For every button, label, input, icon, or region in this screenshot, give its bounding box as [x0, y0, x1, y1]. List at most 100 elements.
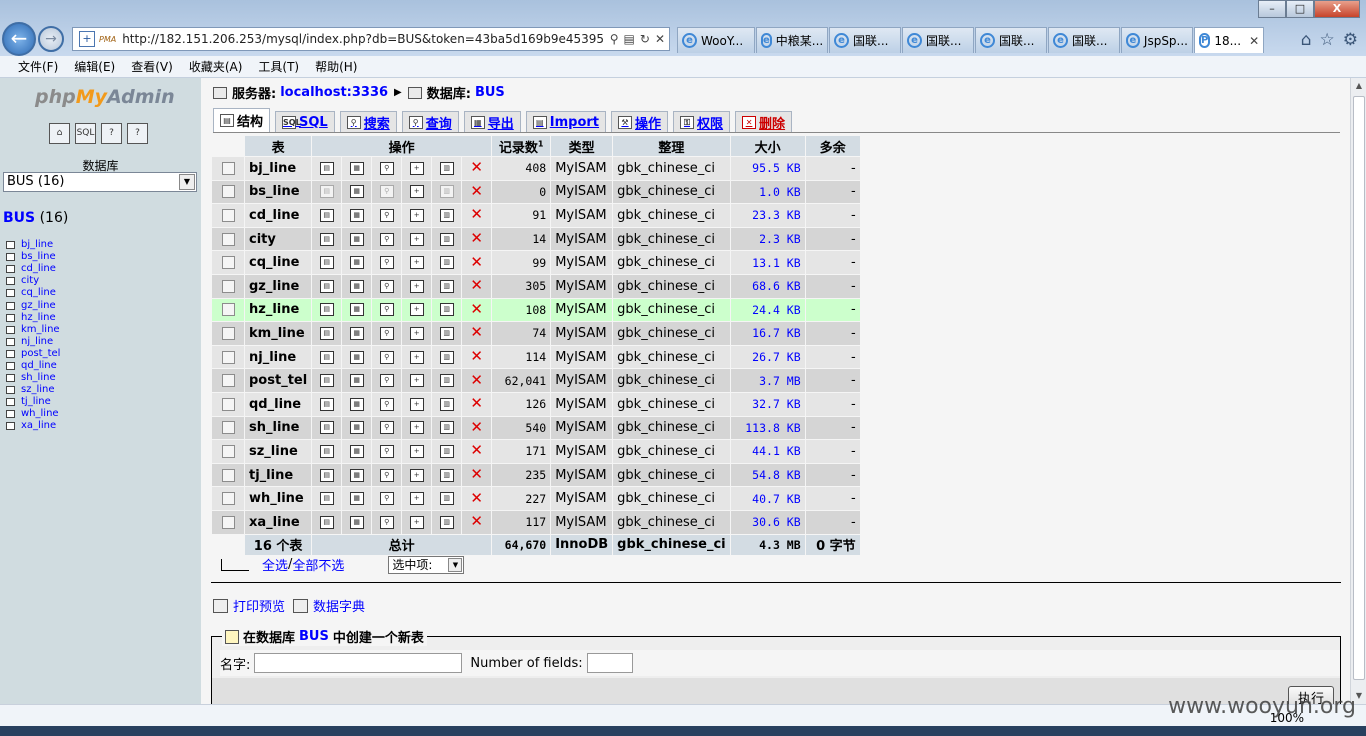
row-checkbox[interactable] — [221, 350, 235, 364]
row-checkbox[interactable] — [221, 421, 235, 435]
search-icon[interactable]: ⚲ — [379, 232, 394, 246]
search-icon[interactable]: ⚲ — [379, 374, 394, 388]
query-window-icon[interactable]: ? — [101, 123, 122, 144]
cell-size[interactable]: 3.7 MB — [730, 369, 805, 392]
empty-icon[interactable]: ▥ — [439, 161, 454, 175]
search-icon[interactable]: ⚲ — [379, 492, 394, 506]
insert-icon[interactable]: + — [409, 492, 424, 506]
row-checkbox[interactable] — [221, 397, 235, 411]
browser-tab[interactable]: e 中粮某... — [756, 27, 828, 53]
row-checkbox[interactable] — [221, 326, 235, 340]
structure-icon[interactable]: ▦ — [349, 350, 364, 364]
tab-operations[interactable]: ⚒ 操作 — [611, 111, 669, 132]
empty-icon[interactable]: ▥ — [439, 350, 454, 364]
search-icon[interactable]: ⚲ — [610, 32, 619, 46]
drop-icon[interactable]: ✕ — [470, 229, 483, 247]
menu-item[interactable]: 帮助(H) — [315, 58, 357, 75]
row-checkbox[interactable] — [221, 279, 235, 293]
menu-item[interactable]: 工具(T) — [258, 58, 299, 75]
drop-icon[interactable]: ✕ — [470, 418, 483, 436]
home-icon[interactable]: ⌂ — [49, 123, 70, 144]
drop-icon[interactable]: ✕ — [470, 253, 483, 271]
search-icon[interactable]: ⚲ — [379, 161, 394, 175]
table-icon[interactable] — [6, 289, 15, 298]
table-icon[interactable] — [6, 325, 15, 334]
drop-icon[interactable]: ✕ — [470, 512, 483, 530]
cell-size[interactable]: 23.3 KB — [730, 204, 805, 227]
drop-icon[interactable]: ✕ — [470, 300, 483, 318]
browser-tab[interactable]: e JspSp... — [1121, 27, 1193, 53]
search-icon[interactable]: ⚲ — [379, 256, 394, 270]
row-checkbox[interactable] — [221, 303, 235, 317]
data-dictionary-link[interactable]: 数据字典 — [293, 596, 365, 615]
table-icon[interactable] — [6, 349, 15, 358]
browse-icon[interactable]: ▤ — [319, 303, 334, 317]
table-icon[interactable] — [6, 277, 15, 286]
structure-icon[interactable]: ▦ — [349, 185, 364, 199]
address-bar[interactable]: + PMA http://182.151.206.253/mysql/index… — [72, 27, 670, 51]
table-icon[interactable] — [6, 374, 15, 383]
stop-icon[interactable]: ✕ — [655, 32, 665, 46]
table-name[interactable]: cd_line — [245, 204, 312, 227]
empty-icon[interactable]: ▥ — [439, 208, 454, 222]
browser-tab[interactable]: e WooY... — [677, 27, 755, 53]
cell-size[interactable]: 54.8 KB — [730, 463, 805, 487]
cell-size[interactable]: 68.6 KB — [730, 274, 805, 298]
database-select[interactable]: BUS (16) ▼ — [3, 172, 197, 192]
insert-icon[interactable]: + — [409, 232, 424, 246]
cell-size[interactable]: 1.0 KB — [730, 180, 805, 204]
empty-icon[interactable]: ▥ — [439, 326, 454, 340]
row-checkbox[interactable] — [221, 468, 235, 482]
table-name[interactable]: city — [245, 227, 312, 251]
tab-search[interactable]: ⚲ 搜索 — [339, 111, 397, 132]
cell-size[interactable]: 32.7 KB — [730, 392, 805, 416]
search-icon[interactable]: ⚲ — [379, 303, 394, 317]
empty-icon[interactable]: ▥ — [439, 256, 454, 270]
browser-tab[interactable]: e 国联... — [829, 27, 901, 53]
num-fields-input[interactable] — [586, 653, 633, 673]
structure-icon[interactable]: ▦ — [349, 161, 364, 175]
structure-icon[interactable]: ▦ — [349, 444, 364, 458]
browse-icon[interactable]: ▤ — [319, 350, 334, 364]
chevron-down-icon[interactable]: ▼ — [448, 557, 463, 572]
table-name[interactable]: tj_line — [245, 463, 312, 487]
tab-privileges[interactable]: ⚿ 权限 — [673, 111, 731, 132]
drop-icon[interactable]: ✕ — [470, 323, 483, 341]
gear-icon[interactable]: ⚙ — [1343, 30, 1358, 50]
drop-icon[interactable]: ✕ — [470, 394, 483, 412]
row-checkbox[interactable] — [221, 256, 235, 270]
docs-icon[interactable]: ? — [127, 123, 148, 144]
structure-icon[interactable]: ▦ — [349, 303, 364, 317]
tab-import[interactable]: ▤ Import — [525, 111, 607, 132]
back-button[interactable]: ← — [2, 22, 36, 56]
structure-icon[interactable]: ▦ — [349, 279, 364, 293]
cell-size[interactable]: 2.3 KB — [730, 227, 805, 251]
row-checkbox[interactable] — [221, 232, 235, 246]
sql-window-icon[interactable]: SQL — [75, 123, 96, 144]
print-view-link[interactable]: 打印预览 — [213, 596, 285, 615]
maximize-button[interactable]: □ — [1286, 0, 1314, 18]
table-name[interactable]: post_tel — [245, 369, 312, 392]
drop-icon[interactable]: ✕ — [470, 465, 483, 483]
minimize-button[interactable]: – — [1258, 0, 1286, 18]
insert-icon[interactable]: + — [409, 208, 424, 222]
table-icon[interactable] — [6, 361, 15, 370]
table-name[interactable]: hz_line — [245, 298, 312, 322]
sidebar-db-link[interactable]: BUS — [3, 210, 35, 226]
structure-icon[interactable]: ▦ — [349, 468, 364, 482]
row-checkbox[interactable] — [221, 374, 235, 388]
menu-item[interactable]: 文件(F) — [18, 58, 58, 75]
structure-icon[interactable]: ▦ — [349, 232, 364, 246]
table-icon[interactable] — [6, 398, 15, 407]
tab-structure[interactable]: ▤ 结构 — [213, 108, 271, 132]
home-icon[interactable]: ⌂ — [1301, 30, 1312, 50]
row-checkbox[interactable] — [221, 444, 235, 458]
drop-icon[interactable]: ✕ — [470, 489, 483, 507]
browse-icon[interactable]: ▤ — [319, 397, 334, 411]
search-icon[interactable]: ⚲ — [379, 279, 394, 293]
row-checkbox[interactable] — [221, 161, 235, 175]
structure-icon[interactable]: ▦ — [349, 374, 364, 388]
table-icon[interactable] — [6, 301, 15, 310]
structure-icon[interactable]: ▦ — [349, 421, 364, 435]
menu-item[interactable]: 编辑(E) — [74, 58, 115, 75]
